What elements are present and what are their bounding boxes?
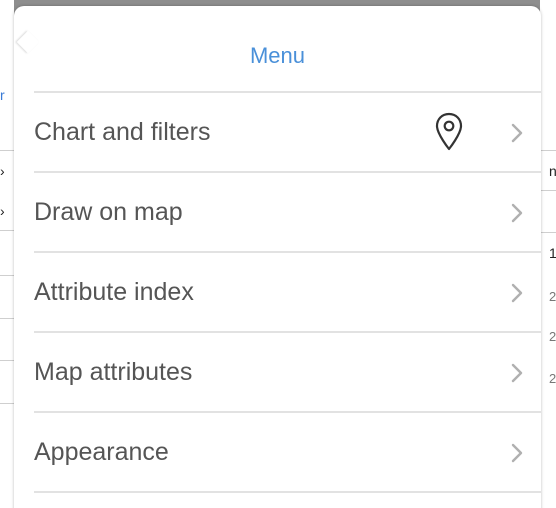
background-fragment: 1	[549, 245, 556, 261]
background-divider	[0, 403, 14, 404]
menu-item-draw-on-map[interactable]: Draw on map	[34, 174, 541, 252]
divider	[34, 171, 541, 173]
menu-item-label: Chart and filters	[34, 118, 211, 146]
menu-title: Menu	[249, 43, 306, 68]
chevron-right-icon	[511, 443, 523, 463]
background-fragment: ›	[0, 163, 5, 179]
menu-item-label: Map attributes	[34, 358, 193, 386]
map-pin-icon[interactable]	[434, 112, 464, 152]
menu-item-chart-and-filters[interactable]: Chart and filters	[34, 94, 541, 172]
background-divider	[540, 232, 556, 233]
background-divider	[0, 360, 14, 361]
chevron-right-icon	[511, 203, 523, 223]
background-divider	[540, 150, 556, 151]
menu-item-attribute-index[interactable]: Attribute index	[34, 254, 541, 332]
background-fragment: ›	[0, 203, 5, 219]
background-divider	[0, 150, 14, 151]
background-fragment: 2	[549, 329, 556, 344]
divider	[34, 411, 541, 413]
menu-item-label: Attribute index	[34, 278, 194, 306]
background-fragment: 2	[549, 289, 556, 304]
screen: r › › n 1 2 2 2 Menu Chart and filters D…	[0, 0, 556, 508]
menu-popover: Menu Chart and filters Draw on map Attri…	[14, 6, 541, 508]
chevron-right-icon	[511, 283, 523, 303]
menu-item-label: Appearance	[34, 438, 169, 466]
background-fragment: n	[549, 163, 556, 179]
divider	[34, 251, 541, 253]
background-fragment: 2	[549, 371, 556, 386]
menu-item-label: Draw on map	[34, 198, 183, 226]
background-page-left: r › ›	[0, 0, 14, 508]
background-page-right: n 1 2 2 2	[540, 0, 556, 508]
background-fragment: r	[0, 87, 5, 103]
chevron-right-icon	[511, 123, 523, 143]
menu-item-appearance[interactable]: Appearance	[34, 414, 541, 492]
menu-item-map-attributes[interactable]: Map attributes	[34, 334, 541, 412]
background-divider	[0, 275, 14, 276]
chevron-right-icon	[511, 363, 523, 383]
background-divider	[0, 230, 14, 231]
divider	[34, 491, 541, 493]
background-divider	[0, 318, 14, 319]
background-divider	[540, 190, 556, 191]
divider	[34, 331, 541, 333]
divider	[34, 91, 541, 93]
